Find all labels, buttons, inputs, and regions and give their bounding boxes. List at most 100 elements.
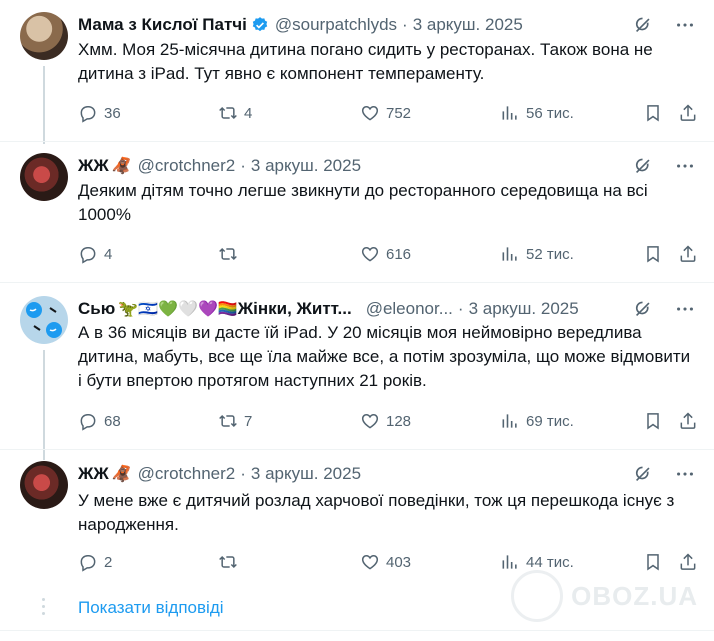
- author-name[interactable]: Мама з Кислої Патчі: [78, 15, 247, 35]
- grok-icon[interactable]: [632, 14, 654, 36]
- retweet-button[interactable]: 4: [218, 103, 252, 123]
- tweet-text: Деяким дітям точно легше звикнути до рес…: [78, 181, 648, 224]
- more-icon[interactable]: [674, 463, 696, 485]
- tweet-actions: 4 616 52 тис.: [78, 242, 696, 266]
- share-button[interactable]: [678, 244, 698, 264]
- tweet-text: У мене вже є дитячий розлад харчової пов…: [78, 491, 675, 534]
- divider: [0, 141, 714, 142]
- reply-button[interactable]: 2: [78, 552, 112, 572]
- views-icon: [500, 552, 520, 572]
- heart-icon: [360, 244, 380, 264]
- bookmark-icon: [643, 103, 663, 123]
- separator-dot: ·: [457, 299, 464, 318]
- reply-icon: [78, 244, 98, 264]
- retweet-button[interactable]: 7: [218, 411, 252, 431]
- like-button[interactable]: 128: [360, 411, 411, 431]
- thread-dots: [42, 598, 45, 619]
- avatar[interactable]: [20, 153, 68, 201]
- author-name-suffix[interactable]: Жінки, Житт...: [238, 299, 352, 319]
- tweet-header: Мама з Кислої Патчі @sourpatchlyds · 3 а…: [78, 14, 696, 36]
- heart-icon: [360, 411, 380, 431]
- share-button[interactable]: [678, 552, 698, 572]
- tweet-header: Сью 🦖🇮🇱💚🤍💜🏳️‍🌈 Жінки, Житт... @eleonor..…: [78, 298, 696, 320]
- share-button[interactable]: [678, 103, 698, 123]
- tweet-actions: 36 4 752 56 тис.: [78, 101, 696, 125]
- separator-dot: ·: [240, 156, 246, 175]
- author-handle[interactable]: @crotchner2: [138, 464, 236, 484]
- author-handle[interactable]: @eleonor...: [366, 299, 453, 319]
- bookmark-button[interactable]: [643, 552, 663, 572]
- thread-line: [43, 66, 45, 144]
- retweet-button[interactable]: [218, 552, 244, 572]
- bookmark-icon: [643, 552, 663, 572]
- views-button[interactable]: 56 тис.: [500, 103, 574, 123]
- grok-icon[interactable]: [632, 298, 654, 320]
- share-icon: [678, 244, 698, 264]
- heart-icon: [360, 552, 380, 572]
- bookmark-icon: [643, 244, 663, 264]
- avatar[interactable]: [20, 12, 68, 60]
- like-button[interactable]: 752: [360, 103, 411, 123]
- share-icon: [678, 552, 698, 572]
- author-name[interactable]: ЖЖ: [78, 156, 109, 176]
- watermark-logo-icon: [511, 570, 564, 622]
- tweet-date[interactable]: 3 аркуш. 2025: [413, 15, 523, 35]
- reply-count: 4: [104, 245, 113, 263]
- grok-icon[interactable]: [632, 463, 654, 485]
- grok-icon[interactable]: [632, 155, 654, 177]
- more-icon[interactable]: [674, 298, 696, 320]
- tweet-text: Хмм. Моя 25-місячна дитина погано сидить…: [78, 40, 653, 83]
- twitter-bird-icon: [26, 302, 62, 338]
- views-button[interactable]: 69 тис.: [500, 411, 574, 431]
- avatar[interactable]: [20, 461, 68, 509]
- reply-count: 2: [104, 553, 113, 571]
- views-button[interactable]: 44 тис.: [500, 552, 574, 572]
- separator-dot: ·: [402, 15, 408, 34]
- tweet-date[interactable]: 3 аркуш. 2025: [251, 464, 361, 484]
- bookmark-button[interactable]: [643, 103, 663, 123]
- like-button[interactable]: 616: [360, 244, 411, 264]
- more-icon[interactable]: [674, 14, 696, 36]
- retweet-icon: [218, 552, 238, 572]
- share-button[interactable]: [678, 411, 698, 431]
- author-handle[interactable]: @sourpatchlyds: [275, 15, 397, 35]
- avatar[interactable]: [20, 296, 68, 344]
- heart-icon: [360, 103, 380, 123]
- thread-line: [43, 350, 45, 460]
- author-handle[interactable]: @crotchner2: [138, 156, 236, 176]
- view-count: 69 тис.: [526, 412, 574, 430]
- views-icon: [500, 411, 520, 431]
- tweet-actions: 68 7 128 69 тис.: [78, 409, 696, 433]
- reply-count: 36: [104, 104, 121, 122]
- retweet-icon: [218, 103, 238, 123]
- reply-icon: [78, 411, 98, 431]
- reply-button[interactable]: 4: [78, 244, 112, 264]
- like-count: 616: [386, 245, 412, 263]
- share-icon: [678, 411, 698, 431]
- tweet-header: ЖЖ 🦧 @crotchner2 · 3 аркуш. 2025: [78, 463, 696, 485]
- retweet-icon: [218, 244, 238, 264]
- views-icon: [500, 103, 520, 123]
- reply-button[interactable]: 68: [78, 411, 121, 431]
- retweet-button[interactable]: [218, 244, 244, 264]
- watermark-text: OBOZ.UA: [571, 580, 698, 611]
- retweet-icon: [218, 411, 238, 431]
- bookmark-button[interactable]: [643, 411, 663, 431]
- tweet-date[interactable]: 3 аркуш. 2025: [251, 156, 361, 176]
- bookmark-button[interactable]: [643, 244, 663, 264]
- like-button[interactable]: 403: [360, 552, 411, 572]
- tweet-date[interactable]: 3 аркуш. 2025: [469, 299, 579, 319]
- author-name[interactable]: Сью: [78, 299, 115, 319]
- share-icon: [678, 103, 698, 123]
- show-replies-link[interactable]: Показати відповіді: [78, 598, 224, 618]
- more-icon[interactable]: [674, 155, 696, 177]
- retweet-count: 4: [244, 104, 253, 122]
- views-button[interactable]: 52 тис.: [500, 244, 574, 264]
- reply-icon: [78, 552, 98, 572]
- reply-button[interactable]: 36: [78, 103, 121, 123]
- verified-badge-icon: [252, 17, 268, 32]
- author-name[interactable]: ЖЖ: [78, 464, 109, 484]
- reply-icon: [78, 103, 98, 123]
- bookmark-icon: [643, 411, 663, 431]
- view-count: 44 тис.: [526, 553, 574, 571]
